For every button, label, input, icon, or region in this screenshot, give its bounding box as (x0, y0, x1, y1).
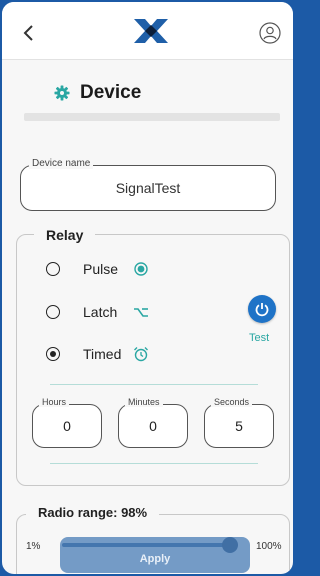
timer-divider-bottom (50, 463, 258, 464)
gear-icon (54, 85, 70, 101)
back-button[interactable] (18, 22, 38, 44)
device-name-value: SignalTest (115, 180, 181, 196)
relay-title: Relay (34, 227, 96, 243)
minutes-label: Minutes (125, 397, 163, 407)
power-icon (255, 303, 269, 317)
app-screen: Device Device name SignalTest Relay Puls… (2, 2, 293, 574)
radio-range-title: Radio range: 98% (26, 505, 160, 520)
device-name-label: Device name (29, 158, 94, 169)
user-circle-icon[interactable] (259, 22, 281, 44)
relay-option-label: Latch (83, 304, 118, 320)
minutes-field[interactable]: Minutes 0 (118, 397, 188, 448)
test-label: Test (249, 332, 270, 344)
latch-radio[interactable] (46, 305, 60, 319)
timed-radio[interactable] (46, 347, 60, 361)
page-title: Device (80, 82, 142, 103)
pulse-toggle-icon (133, 261, 149, 277)
relay-option-latch[interactable]: Latch (46, 301, 149, 323)
section-header: Device (54, 82, 141, 104)
minutes-value: 0 (149, 418, 157, 434)
seconds-field[interactable]: Seconds 5 (204, 397, 274, 448)
relay-option-timed[interactable]: Timed (46, 343, 149, 365)
brand-logo (134, 19, 168, 43)
seconds-value: 5 (235, 418, 243, 434)
hours-field[interactable]: Hours 0 (32, 397, 102, 448)
relay-option-label: Pulse (83, 261, 119, 277)
timer-divider-top (50, 384, 258, 385)
pulse-radio[interactable] (46, 262, 60, 276)
title-divider (24, 113, 280, 121)
relay-option-pulse[interactable]: Pulse (46, 258, 149, 280)
apply-button[interactable]: Apply (60, 537, 250, 573)
hours-label: Hours (39, 397, 70, 407)
alarm-clock-icon (133, 346, 149, 362)
top-bar (2, 2, 293, 60)
seconds-label: Seconds (211, 397, 253, 407)
range-max-label: 100% (256, 541, 282, 552)
latch-switch-icon (133, 304, 149, 320)
relay-option-label: Timed (83, 346, 122, 362)
test-button[interactable] (248, 295, 276, 323)
device-name-field[interactable]: Device name SignalTest (20, 158, 276, 211)
chevron-left-icon (23, 25, 33, 41)
range-min-label: 1% (26, 541, 41, 552)
hours-value: 0 (63, 418, 71, 434)
